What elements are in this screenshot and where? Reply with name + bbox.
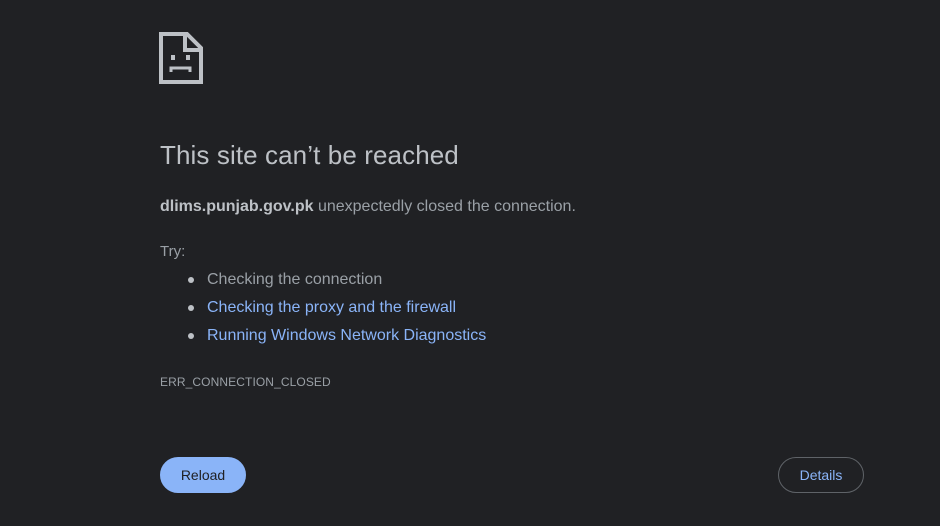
reload-button[interactable]: Reload [160, 457, 246, 493]
site-domain: dlims.punjab.gov.pk [160, 198, 314, 215]
sad-page-icon [158, 31, 204, 85]
suggestion-network-diagnostics: Running Windows Network Diagnostics [160, 324, 486, 352]
bullet-icon [188, 277, 194, 283]
network-diagnostics-link[interactable]: Running Windows Network Diagnostics [207, 327, 486, 344]
proxy-firewall-link[interactable]: Checking the proxy and the firewall [207, 299, 456, 316]
error-code: ERR_CONNECTION_CLOSED [160, 375, 331, 389]
suggestions-list: Checking the connection Checking the pro… [160, 268, 486, 352]
page-title: This site can’t be reached [160, 140, 459, 170]
details-button[interactable]: Details [778, 457, 864, 493]
bullet-icon [188, 305, 194, 311]
error-message: unexpectedly closed the connection. [313, 198, 576, 215]
try-label: Try: [160, 243, 186, 260]
error-summary: dlims.punjab.gov.pk unexpectedly closed … [160, 198, 576, 216]
suggestion-check-connection: Checking the connection [160, 268, 486, 296]
suggestion-label: Checking the connection [207, 271, 383, 288]
bullet-icon [188, 333, 194, 339]
suggestion-check-proxy-firewall: Checking the proxy and the firewall [160, 296, 486, 324]
